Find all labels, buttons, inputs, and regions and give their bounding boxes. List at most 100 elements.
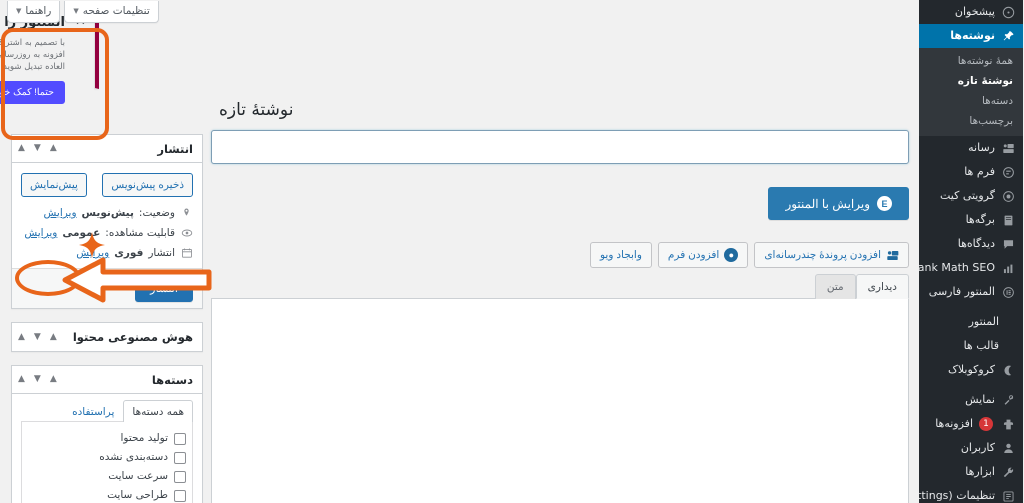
- sidebar-item-users[interactable]: کاربران: [920, 436, 1024, 460]
- tab-visual[interactable]: دیداری: [856, 274, 910, 299]
- categories-metabox-header[interactable]: دسته‌ها ▲ ▼ ▲: [13, 366, 203, 394]
- editor-content-area[interactable]: [212, 298, 910, 503]
- publish-metabox-header[interactable]: انتشار ▲ ▼ ▲: [13, 135, 203, 163]
- sidebar-item-forms[interactable]: فرم ها: [920, 160, 1024, 184]
- sidebar-submenu-posts: همهٔ نوشته‌ها نوشتهٔ تازه دسته‌ها برچسب‌…: [920, 48, 1024, 136]
- checkbox-icon[interactable]: [175, 470, 187, 483]
- crocoblock-icon: [1002, 363, 1016, 377]
- post-visibility-value: عمومی: [63, 227, 102, 239]
- create-view-button[interactable]: وابجاد ویو: [591, 242, 653, 268]
- toggle-panel-icon[interactable]: ▲: [19, 332, 26, 342]
- add-media-button[interactable]: افزودن پروندهٔ چندرسانه‌ای: [755, 242, 910, 268]
- edit-visibility-link[interactable]: ویرایش: [25, 226, 58, 240]
- category-item[interactable]: طراحی سایت: [29, 486, 187, 503]
- move-down-icon[interactable]: ▼: [35, 332, 42, 342]
- editor-tabs: دیداری متن: [212, 274, 910, 299]
- checkbox-icon[interactable]: [175, 489, 187, 502]
- categories-checklist[interactable]: تولید محتوا دسته‌بندی نشده سرعت سایت طرا…: [22, 421, 194, 503]
- sidebar-item-settings[interactable]: تنظیمات (Settings): [920, 484, 1024, 503]
- sidebar-item-label: نمایش: [966, 393, 996, 406]
- toggle-panel-icon[interactable]: ▲: [19, 144, 26, 153]
- post-title-input[interactable]: [212, 130, 910, 164]
- sidebar-subitem-all-posts[interactable]: همهٔ نوشته‌ها: [920, 51, 1024, 71]
- admin-sidebar: پیشخوان نوشته‌ها همهٔ نوشته‌ها نوشتهٔ تا…: [920, 0, 1024, 503]
- checkbox-icon[interactable]: [175, 432, 187, 445]
- sidebar-item-media[interactable]: رسانه: [920, 136, 1024, 160]
- pin-icon: [1002, 29, 1016, 43]
- sidebar-item-crocoblock[interactable]: کروکوبلاک: [920, 358, 1024, 382]
- post-visibility-label: قابلیت مشاهده:: [106, 227, 176, 239]
- sidebar-item-elementor-farsi[interactable]: المنتور فارسی: [920, 280, 1024, 304]
- help-label: راهنما: [26, 5, 53, 17]
- pages-icon: [1002, 213, 1016, 227]
- post-status-label: وضعیت:: [139, 207, 176, 219]
- edit-schedule-link[interactable]: ویرایش: [77, 246, 110, 260]
- post-status-row: وضعیت: پیش‌نویس ویرایش: [22, 206, 194, 220]
- comments-icon: [1002, 237, 1016, 251]
- elementor-icon: E: [878, 196, 893, 211]
- move-up-icon[interactable]: ▲: [51, 144, 58, 153]
- chevron-down-icon: ▼: [17, 7, 23, 15]
- category-label: طراحی سایت: [108, 489, 169, 501]
- tools-icon: [1002, 465, 1016, 479]
- sidebar-item-label: کاربران: [961, 441, 996, 454]
- preview-button[interactable]: پیش‌نمایش: [22, 173, 88, 197]
- ai-content-metabox-header[interactable]: هوش مصنوعی محتوا ▲ ▼ ▲: [13, 323, 203, 351]
- sidebar-item-pages[interactable]: برگه‌ها: [920, 208, 1024, 232]
- sidebar-item-label: Rank Math SEO: [920, 261, 996, 274]
- media-icon: [887, 249, 900, 262]
- sidebar-item-appearance[interactable]: نمایش: [920, 388, 1024, 412]
- wp-admin-screen: تنظیمات صفحه ▼ راهنما ▼ ✕ المنتور را دوس…: [0, 0, 1024, 503]
- eye-icon: [181, 227, 194, 239]
- sidebar-item-comments[interactable]: دیدگاه‌ها: [920, 232, 1024, 256]
- sidebar-subitem-new-post[interactable]: نوشتهٔ تازه: [920, 71, 1024, 91]
- edit-with-elementor-button[interactable]: E ویرایش با المنتور: [769, 187, 910, 220]
- publish-minor-actions: ذخیره پیش‌نویس پیش‌نمایش: [13, 163, 203, 205]
- checkbox-icon[interactable]: [175, 451, 187, 464]
- chevron-down-icon: ▼: [74, 7, 80, 15]
- elementor-switch-row: E ویرایش با المنتور: [212, 187, 910, 220]
- notice-subtitle: با تصمیم به اشتراک گذاری داده های غیر حس…: [0, 37, 66, 73]
- move-down-icon[interactable]: ▼: [35, 144, 42, 153]
- sidebar-item-tools[interactable]: ابزارها: [920, 460, 1024, 484]
- category-item[interactable]: دسته‌بندی نشده: [29, 448, 187, 467]
- sidebar-item-templates[interactable]: قالب ها: [920, 334, 1024, 358]
- sidebar-item-label: قالب ها: [964, 339, 1000, 352]
- save-draft-button[interactable]: ذخیره پیش‌نویس: [103, 173, 194, 197]
- category-label: سرعت سایت: [109, 470, 169, 482]
- form-icon: ●: [725, 248, 740, 262]
- category-item[interactable]: سرعت سایت: [29, 467, 187, 486]
- add-form-button[interactable]: ● افزودن فرم: [658, 242, 750, 268]
- move-down-icon[interactable]: ▼: [35, 375, 42, 384]
- sidebar-item-elementor[interactable]: المنتور: [920, 310, 1024, 334]
- screen-options-tab[interactable]: تنظیمات صفحه ▼: [65, 1, 160, 23]
- screen-meta-links: تنظیمات صفحه ▼ راهنما ▼: [0, 0, 168, 23]
- sidebar-item-rank-math-seo[interactable]: Rank Math SEO: [920, 256, 1024, 280]
- sidebar-item-label: ابزارها: [966, 465, 996, 478]
- move-up-icon[interactable]: ▲: [51, 375, 58, 384]
- sidebar-item-label: دیدگاه‌ها: [958, 237, 996, 250]
- toggle-panel-icon[interactable]: ▲: [19, 375, 26, 384]
- help-tab[interactable]: راهنما ▼: [8, 1, 62, 23]
- edit-status-link[interactable]: ویرایش: [45, 206, 78, 220]
- post-schedule-row: انتشار فوری ویرایش: [22, 246, 194, 260]
- tab-most-used-categories[interactable]: پراستفاده: [64, 400, 124, 422]
- screen-options-label: تنظیمات صفحه: [83, 5, 151, 17]
- publish-major-actions: انتشار: [13, 268, 203, 308]
- notice-subtitle-text: با تصمیم به اشتراک گذاری داده های غیر حس…: [0, 38, 66, 72]
- sidebar-item-gravitykit[interactable]: گرویتی کیت: [920, 184, 1024, 208]
- tab-text[interactable]: متن: [815, 274, 857, 299]
- sidebar-item-label: فرم ها: [965, 165, 996, 178]
- move-up-icon[interactable]: ▲: [51, 332, 58, 342]
- category-item[interactable]: تولید محتوا: [29, 429, 187, 448]
- add-media-label: افزودن پروندهٔ چندرسانه‌ای: [765, 249, 882, 261]
- tab-all-categories[interactable]: همه دسته‌ها: [124, 400, 194, 422]
- sidebar-item-dashboard[interactable]: پیشخوان: [920, 0, 1024, 24]
- publish-button[interactable]: انتشار: [136, 275, 194, 302]
- categories-metabox: دسته‌ها ▲ ▼ ▲ همه دسته‌ها پراستفاده تولی…: [12, 365, 204, 503]
- sidebar-item-label: نوشته‌ها: [951, 29, 996, 42]
- notice-accept-button[interactable]: حتما! کمک خواهم کرد: [0, 81, 66, 104]
- sidebar-item-posts[interactable]: نوشته‌ها: [920, 24, 1024, 48]
- sidebar-item-plugins[interactable]: 1 افزونه‌ها: [920, 412, 1024, 436]
- sidebar-item-label: کروکوبلاک: [948, 363, 996, 376]
